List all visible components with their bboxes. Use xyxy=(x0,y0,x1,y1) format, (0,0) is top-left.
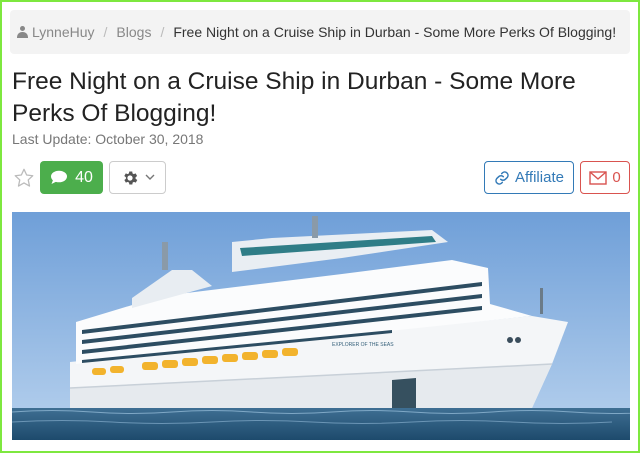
hero-image: EXPLORER OF THE SEAS xyxy=(12,212,630,440)
last-update-text: Last Update: October 30, 2018 xyxy=(12,131,204,147)
comment-icon xyxy=(51,170,68,184)
breadcrumb-blogs-link[interactable]: Blogs xyxy=(116,24,151,40)
breadcrumb: LynneHuy / Blogs / Free Night on a Cruis… xyxy=(10,10,630,54)
ship-name-text: EXPLORER OF THE SEAS xyxy=(332,342,394,348)
affiliate-button[interactable]: Affiliate xyxy=(484,161,574,194)
star-icon xyxy=(14,168,34,187)
envelope-icon xyxy=(589,170,608,185)
breadcrumb-user-link[interactable]: LynneHuy xyxy=(32,24,95,40)
chevron-down-icon xyxy=(145,174,154,180)
comments-count: 40 xyxy=(75,168,93,186)
page-title: Free Night on a Cruise Ship in Durban - … xyxy=(12,68,576,127)
breadcrumb-separator: / xyxy=(103,24,108,40)
settings-dropdown-button[interactable] xyxy=(109,161,166,194)
link-icon xyxy=(495,170,509,185)
breadcrumb-current: Free Night on a Cruise Ship in Durban - … xyxy=(173,24,617,40)
comments-button[interactable]: 40 xyxy=(40,161,103,194)
mail-button[interactable]: 0 xyxy=(580,161,630,194)
breadcrumb-separator: / xyxy=(160,24,165,40)
gear-icon xyxy=(123,170,137,185)
breadcrumb-user[interactable]: LynneHuy xyxy=(10,24,95,40)
user-icon xyxy=(17,26,28,38)
cruise-ship-image: EXPLORER OF THE SEAS xyxy=(12,212,630,440)
affiliate-label: Affiliate xyxy=(515,169,564,186)
favorite-star-button[interactable] xyxy=(13,167,35,189)
page-frame: LynneHuy / Blogs / Free Night on a Cruis… xyxy=(0,0,640,453)
mail-count: 0 xyxy=(612,169,621,186)
